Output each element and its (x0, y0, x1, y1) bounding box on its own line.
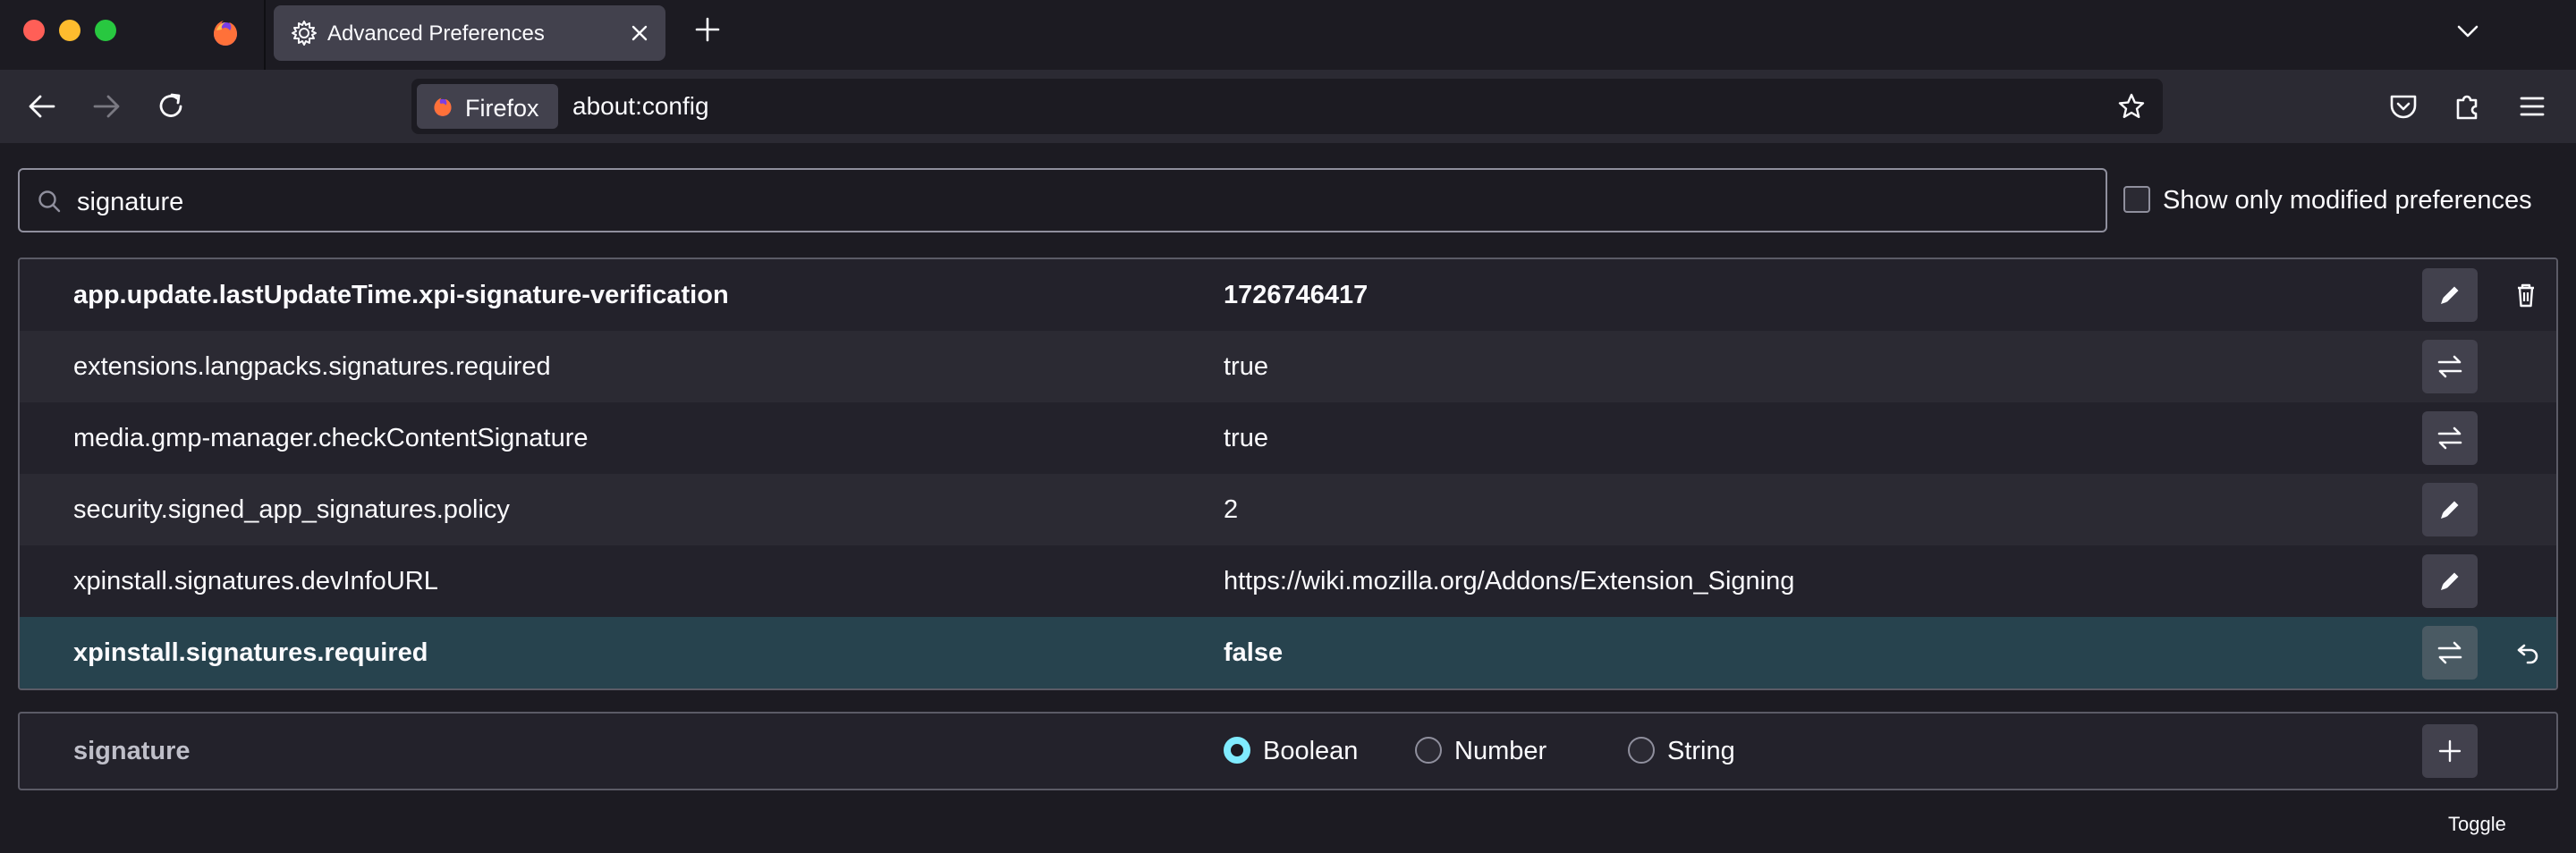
edit-button[interactable] (2422, 268, 2478, 322)
tab-title: Advanced Preferences (327, 21, 545, 46)
forward-arrow-icon[interactable] (88, 88, 125, 125)
radio-dot[interactable] (1415, 737, 1442, 764)
search-icon (38, 190, 61, 213)
new-pref-name: signature (73, 737, 191, 765)
pref-row: app.update.lastUpdateTime.xpi-signature-… (20, 259, 2556, 331)
pref-value: https://wiki.mozilla.org/Addons/Extensio… (1224, 567, 1795, 595)
pref-name: xpinstall.signatures.required (73, 638, 428, 667)
chevron-down-icon[interactable] (2453, 16, 2483, 46)
gear-icon (292, 21, 317, 46)
url-bar[interactable]: Firefox about:config (411, 79, 2163, 134)
toggle-button[interactable] (2422, 626, 2478, 680)
edit-button[interactable] (2422, 554, 2478, 608)
identity-label: Firefox (465, 95, 539, 122)
toggle-button[interactable] (2422, 411, 2478, 465)
plus-icon (2438, 739, 2462, 763)
toggle-arrows-icon (2437, 426, 2462, 450)
pref-value: false (1224, 638, 1284, 667)
pocket-icon[interactable] (2385, 88, 2422, 125)
reset-undo-icon[interactable] (2510, 637, 2542, 669)
pref-row: security.signed_app_signatures.policy 2 (20, 474, 2556, 545)
pref-name: security.signed_app_signatures.policy (73, 495, 510, 524)
radio-label[interactable]: String (1667, 737, 1735, 766)
pref-row: media.gmp-manager.checkContentSignature … (20, 402, 2556, 474)
url-text[interactable]: about:config (572, 92, 709, 121)
pinned-tab-firefox[interactable] (206, 13, 245, 52)
search-value[interactable]: signature (77, 188, 183, 217)
trash-icon[interactable] (2510, 279, 2542, 311)
add-preference-button[interactable] (2422, 724, 2478, 778)
edit-button[interactable] (2422, 483, 2478, 536)
show-modified-checkbox[interactable] (2123, 186, 2150, 213)
toggle-arrows-icon (2437, 641, 2462, 664)
pref-value: 2 (1224, 495, 1239, 524)
preferences-table: app.update.lastUpdateTime.xpi-signature-… (18, 258, 2558, 842)
radio-dot[interactable] (1628, 737, 1655, 764)
add-preference-row: signature Boolean Number String (18, 712, 2558, 790)
identity-box[interactable]: Firefox (417, 84, 558, 129)
pref-value: 1726746417 (1224, 281, 1368, 309)
pref-name: media.gmp-manager.checkContentSignature (73, 424, 589, 452)
pref-name: extensions.langpacks.signatures.required (73, 352, 551, 381)
window-close-button[interactable] (23, 20, 45, 41)
toggle-button[interactable] (2422, 340, 2478, 393)
firefox-logo-icon (214, 21, 237, 46)
reload-icon[interactable] (152, 88, 190, 125)
toggle-arrows-icon (2437, 355, 2462, 378)
toggle-tooltip: Toggle (2438, 808, 2516, 842)
firefox-logo-icon (434, 97, 452, 116)
hamburger-menu-icon[interactable] (2513, 88, 2551, 125)
navigation-toolbar: Firefox about:config (0, 70, 2576, 143)
pencil-icon (2441, 286, 2459, 304)
preferences-rows: app.update.lastUpdateTime.xpi-signature-… (18, 258, 2558, 690)
new-tab-button[interactable] (692, 14, 723, 45)
pref-row: extensions.langpacks.signatures.required… (20, 331, 2556, 402)
back-arrow-icon[interactable] (23, 88, 61, 125)
tab-strip: Advanced Preferences (0, 0, 2576, 70)
tab-separator (264, 0, 266, 70)
pref-row-selected: xpinstall.signatures.required false (20, 617, 2556, 688)
close-icon[interactable] (626, 20, 653, 46)
pref-value: true (1224, 352, 1268, 381)
radio-label[interactable]: Boolean (1263, 737, 1358, 766)
pref-row: xpinstall.signatures.devInfoURL https://… (20, 545, 2556, 617)
radio-label[interactable]: Number (1454, 737, 1546, 766)
show-modified-label[interactable]: Show only modified preferences (2163, 186, 2532, 215)
pref-name: app.update.lastUpdateTime.xpi-signature-… (73, 281, 729, 309)
pencil-icon (2441, 501, 2459, 519)
extensions-puzzle-icon[interactable] (2449, 88, 2487, 125)
window-minimize-button[interactable] (59, 20, 80, 41)
bookmark-star-icon[interactable] (2116, 91, 2147, 122)
about-config-page: signature Show only modified preferences… (0, 143, 2576, 853)
pref-value: true (1224, 424, 1268, 452)
pref-name: xpinstall.signatures.devInfoURL (73, 567, 438, 595)
pencil-icon (2441, 572, 2459, 590)
window-zoom-button[interactable] (95, 20, 116, 41)
search-input[interactable]: signature (18, 168, 2107, 232)
tab-advanced-preferences[interactable]: Advanced Preferences (274, 5, 665, 61)
radio-dot[interactable] (1224, 737, 1250, 764)
